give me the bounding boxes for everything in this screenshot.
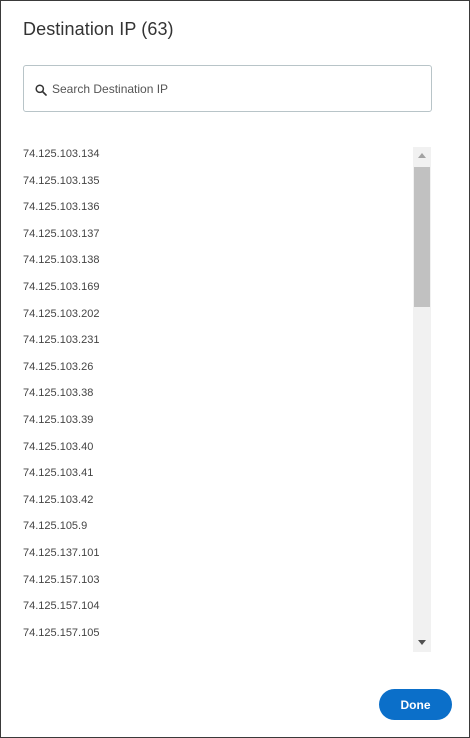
list-item[interactable]: 74.125.103.26 (23, 354, 403, 381)
list-item[interactable]: 74.125.103.40 (23, 434, 403, 461)
list-item[interactable]: 74.125.103.169 (23, 274, 403, 301)
list-item[interactable]: 74.125.137.101 (23, 540, 403, 567)
list-item[interactable]: 74.125.103.202 (23, 301, 403, 328)
list-scrollbar[interactable] (413, 147, 431, 652)
list-item[interactable]: 74.125.103.41 (23, 460, 403, 487)
list-item[interactable]: 74.125.103.38 (23, 380, 403, 407)
done-button[interactable]: Done (379, 689, 452, 720)
scroll-up-arrow-icon[interactable] (413, 147, 431, 165)
list-item[interactable]: 74.125.103.42 (23, 487, 403, 514)
list-item[interactable]: 74.125.103.137 (23, 221, 403, 248)
list-item[interactable]: 74.125.157.103 (23, 567, 403, 594)
list-item[interactable]: 74.125.103.39 (23, 407, 403, 434)
list-item[interactable]: 74.125.103.136 (23, 194, 403, 221)
list-item[interactable]: 74.125.157.104 (23, 593, 403, 620)
destination-ip-list: 74.125.103.134 74.125.103.135 74.125.103.1… (23, 141, 403, 651)
search-box[interactable] (23, 65, 432, 112)
scroll-down-arrow-icon[interactable] (413, 634, 431, 652)
search-input[interactable] (52, 66, 422, 111)
search-icon (35, 84, 47, 96)
list-item[interactable]: 74.125.105.9 (23, 513, 403, 540)
scroll-thumb[interactable] (414, 167, 430, 307)
dialog-title: Destination IP (63) (23, 19, 174, 39)
list-item[interactable]: 74.125.103.135 (23, 168, 403, 195)
list-item[interactable]: 74.125.103.231 (23, 327, 403, 354)
list-item[interactable]: 74.125.157.105 (23, 620, 403, 647)
list-item[interactable]: 74.125.103.134 (23, 141, 403, 168)
list-item[interactable]: 74.125.103.138 (23, 247, 403, 274)
destination-ip-dialog: Destination IP (63) 74.125.103.13474.125… (0, 0, 470, 738)
